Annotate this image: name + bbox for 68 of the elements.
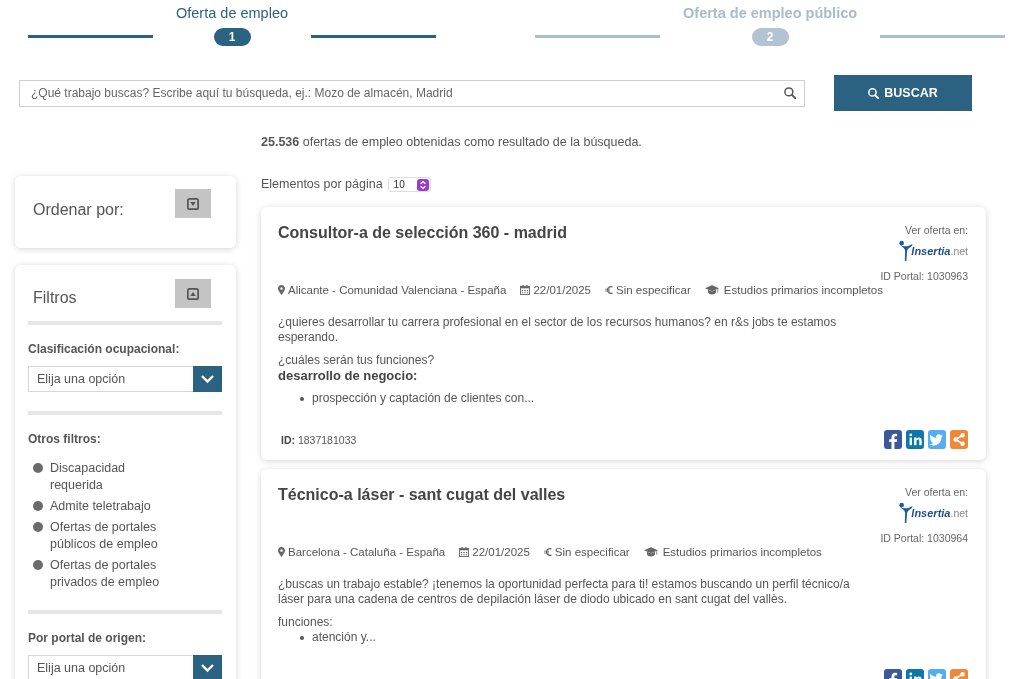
offer-detail: Estudios primarios incompletos: [723, 283, 883, 297]
filter-option[interactable]: Discapacidad requerida: [50, 460, 175, 494]
panel-title: Filtros: [33, 288, 77, 308]
spinner-icon: [416, 178, 429, 191]
offer-title[interactable]: Consultor-a de selección 360 - madrid: [278, 223, 567, 243]
filter-label: Clasificación ocupacional:: [28, 341, 181, 357]
filter-option[interactable]: Admite teletrabajo: [50, 498, 175, 515]
option-dot-icon[interactable]: [33, 560, 43, 570]
filter-label: Por portal de origen:: [28, 630, 147, 646]
offer-title[interactable]: Técnico-a láser - sant cugat del valles: [278, 485, 566, 505]
source-label: Ver oferta en:: [904, 485, 968, 499]
calendar-icon: [520, 285, 531, 295]
filter-select[interactable]: Elija una opción: [28, 366, 222, 392]
bullet-text: prospección y captación de clientes con...: [312, 391, 535, 406]
offer-detail: Estudios primarios incompletos: [662, 545, 822, 559]
linkedin-icon[interactable]: [906, 430, 924, 449]
per-page-select[interactable]: 10: [387, 177, 431, 192]
filter-select[interactable]: Elija una opción: [28, 655, 222, 679]
per-page-label: Elementos por página: [261, 177, 383, 192]
offer-detail: 22/01/2025: [472, 545, 530, 559]
map-pin-icon: [278, 285, 285, 295]
toggle-button[interactable]: [175, 189, 211, 218]
euro-icon: [543, 547, 552, 557]
bullet-icon: [300, 635, 304, 640]
portal-logo-link[interactable]: Insertia.net: [899, 239, 968, 263]
map-pin-icon: [278, 547, 285, 557]
description-text: ¿quieres desarrollar tu carrera profesional en el sector de los recursos humanos? en r&s jobs te estamos esperando.: [278, 315, 838, 345]
share-icon[interactable]: [950, 430, 968, 449]
offer-detail: Sin especificar: [554, 545, 630, 559]
description-text: ¿cuáles serán tus funciones?: [278, 353, 436, 368]
bullet-text: atención y...: [312, 630, 376, 645]
filter-option[interactable]: Ofertas de portales privados de empleo: [50, 557, 175, 591]
offer-detail: Barcelona - Cataluña - España: [288, 545, 446, 559]
offer-detail: 22/01/2025: [533, 283, 591, 297]
step-number-badge: 1: [213, 28, 251, 46]
caret-down-icon: [187, 197, 199, 210]
graduation-cap-icon: [704, 285, 719, 295]
results-summary: 25.536 ofertas de empleo obtenidas como resultado de la búsqueda.: [261, 134, 643, 150]
step-label[interactable]: Oferta de empleo: [176, 4, 289, 22]
euro-icon: [605, 285, 613, 295]
step-number-badge: 2: [751, 28, 789, 46]
caret-up-icon: [187, 287, 199, 300]
offer-detail: Sin especificar: [616, 283, 691, 297]
search-button[interactable]: BUSCAR: [834, 75, 972, 111]
portal-id: ID Portal: 1030963: [880, 269, 968, 283]
portal-logo-link[interactable]: Insertia.net: [899, 501, 968, 525]
source-label: Ver oferta en:: [904, 223, 968, 237]
calendar-icon: [459, 547, 470, 557]
filter-label: Otros filtros:: [28, 431, 102, 447]
search-field[interactable]: ¿Qué trabajo buscas? Escribe aquí tu búsqueda, ej.: Mozo de almacén, Madrid: [19, 79, 805, 107]
portal-id: ID Portal: 1030964: [880, 531, 968, 545]
option-dot-icon[interactable]: [33, 501, 43, 511]
panel-title: Ordenar por:: [33, 200, 124, 220]
filter-option[interactable]: Ofertas de portales públicos de empleo: [50, 519, 175, 553]
graduation-cap-icon: [643, 547, 658, 557]
option-dot-icon[interactable]: [33, 522, 43, 532]
toggle-button[interactable]: [175, 279, 211, 308]
description-text: funciones:: [278, 615, 334, 630]
offer-detail: Alicante - Comunidad Valenciana - España: [288, 283, 507, 297]
bullet-icon: [300, 396, 304, 401]
search-icon: [868, 87, 880, 99]
facebook-icon[interactable]: [884, 430, 902, 449]
offer-id: ID: 1837181033: [280, 433, 357, 446]
option-dot-icon[interactable]: [33, 463, 43, 473]
chevron-down-icon: [193, 366, 222, 392]
search-icon[interactable]: [784, 87, 796, 99]
description-text: ¿buscas un trabajo estable? ¡tenemos la oportunidad perfecta para ti! estamos buscando un perfil técnico/a láser para una cadena de centros de depilación láser de diodo ubicado en sant cugat del vallès.: [278, 577, 851, 607]
description-heading: desarrollo de negocio:: [278, 368, 419, 383]
